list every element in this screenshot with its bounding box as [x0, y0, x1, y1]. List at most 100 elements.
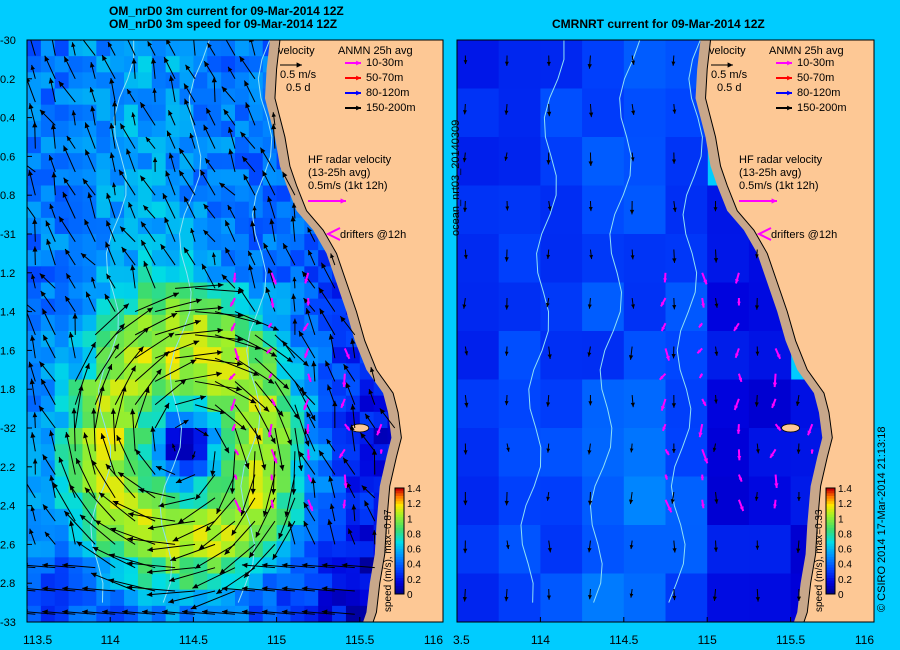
- speed-cell: [27, 137, 42, 154]
- speed-cell: [40, 314, 56, 332]
- speed-cell: [82, 557, 97, 575]
- colorbar-tick-label: 0.2: [407, 575, 421, 586]
- speed-cell: [221, 40, 236, 57]
- speed-cell: [248, 460, 264, 478]
- speed-cell: [623, 525, 667, 575]
- speed-cell: [110, 266, 125, 284]
- speed-cell: [54, 314, 70, 332]
- speed-cell: [54, 40, 70, 57]
- speed-cell: [179, 541, 194, 558]
- speed-cell: [110, 56, 125, 73]
- x-tick-label: 116: [424, 633, 443, 647]
- speed-cell: [623, 40, 667, 90]
- legend-anmn-label: 150-200m: [797, 102, 847, 114]
- colorbar-tick-label: 0.4: [838, 560, 852, 571]
- speed-cell: [124, 541, 139, 558]
- y-tick-label: -32: [0, 423, 16, 435]
- speed-cell: [193, 460, 208, 478]
- speed-cell: [207, 153, 222, 170]
- speed-cell: [68, 217, 84, 235]
- speed-cell: [151, 314, 167, 332]
- legend-anmn-label: 50-70m: [366, 72, 403, 84]
- speed-cell: [27, 266, 42, 284]
- speed-cell: [359, 525, 375, 542]
- speed-cell: [665, 573, 708, 622]
- speed-cell: [179, 234, 194, 251]
- speed-cell: [221, 541, 236, 558]
- speed-cell: [748, 476, 792, 526]
- speed-cell: [82, 298, 97, 316]
- colorbar-tick-label: 0.8: [838, 529, 852, 540]
- speed-cell: [110, 476, 125, 494]
- speed-cell: [318, 589, 333, 607]
- speed-cell: [276, 589, 292, 607]
- x-tick-label: 113.5: [23, 633, 52, 647]
- speed-cell: [276, 201, 292, 219]
- speed-cell: [27, 476, 42, 494]
- speed-cell: [748, 525, 792, 575]
- speed-cell: [54, 347, 70, 364]
- speed-cell: [27, 589, 42, 607]
- speed-cell: [248, 104, 264, 122]
- speed-cell: [248, 508, 264, 526]
- speed-cell: [359, 508, 375, 526]
- speed-cell: [124, 72, 139, 90]
- speed-cell: [96, 201, 111, 219]
- speed-cell: [110, 169, 125, 187]
- speed-cell: [54, 411, 70, 429]
- legend-velocity-time: 0.5 d: [286, 82, 310, 94]
- speed-cell: [457, 331, 500, 381]
- y-tick-label: 1.8: [0, 384, 15, 396]
- speed-cell: [151, 508, 167, 526]
- speed-cell: [40, 282, 56, 300]
- speed-cell: [27, 88, 42, 106]
- speed-cell: [96, 169, 111, 187]
- speed-cell: [68, 525, 84, 542]
- speed-cell: [235, 217, 250, 235]
- speed-cell: [137, 589, 153, 607]
- speed-cell: [248, 282, 264, 300]
- speed-cell: [137, 234, 153, 251]
- speed-cell: [193, 137, 208, 154]
- speed-cell: [304, 282, 319, 300]
- speed-cell: [345, 541, 361, 558]
- speed-cell: [332, 428, 347, 445]
- speed-cell: [457, 476, 500, 526]
- chart-canvas: velocity0.5 m/s0.5 dANMN 25h avg10-30m50…: [0, 35, 875, 647]
- right-panel: [456, 39, 875, 623]
- speed-cell: [498, 331, 541, 381]
- speed-cell: [707, 428, 750, 478]
- speed-cell: [540, 331, 583, 381]
- speed-cell: [68, 137, 84, 154]
- speed-cell: [221, 153, 236, 170]
- speed-cell: [540, 234, 583, 284]
- speed-cell: [498, 137, 541, 187]
- speed-cell: [82, 153, 97, 170]
- speed-cell: [96, 153, 111, 170]
- speed-cell: [193, 282, 208, 300]
- legend-hf-title: HF radar velocity: [308, 154, 392, 166]
- speed-cell: [707, 234, 750, 284]
- speed-cell: [151, 589, 167, 607]
- y-tick-label: 0.2: [0, 74, 15, 86]
- speed-cell: [623, 573, 667, 622]
- speed-cell: [540, 476, 583, 526]
- legend-hf-avg: (13-25h avg): [739, 167, 801, 179]
- speed-cell: [290, 428, 305, 445]
- left-panel: [26, 39, 444, 623]
- speed-cell: [207, 363, 222, 381]
- speed-cell: [540, 185, 583, 235]
- speed-cell: [457, 379, 500, 429]
- speed-cell: [457, 428, 500, 478]
- speed-cell: [345, 589, 361, 607]
- speed-cell: [248, 72, 264, 90]
- speed-cell: [82, 395, 97, 413]
- speed-cell: [235, 185, 250, 203]
- speed-cell: [68, 201, 84, 219]
- speed-cell: [96, 589, 111, 607]
- speed-cell: [373, 428, 389, 445]
- speed-cell: [151, 72, 167, 90]
- colorbar-tick-label: 0.6: [407, 545, 421, 556]
- speed-cell: [151, 379, 167, 397]
- speed-cell: [54, 72, 70, 90]
